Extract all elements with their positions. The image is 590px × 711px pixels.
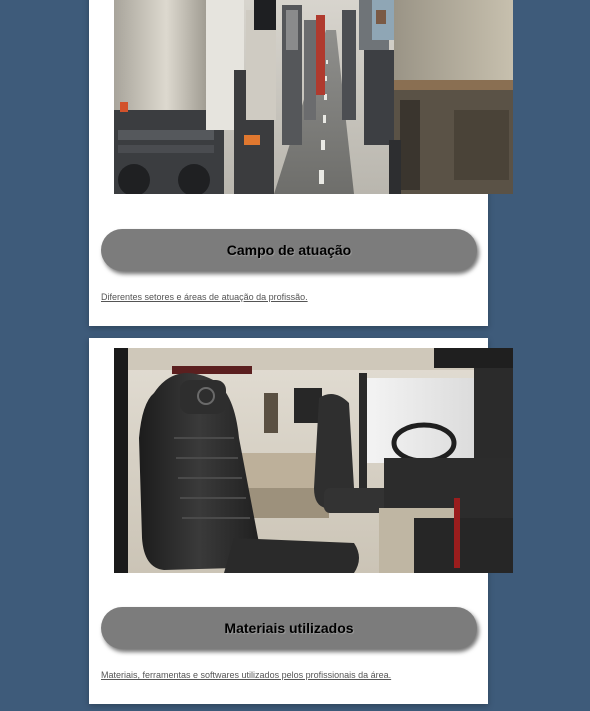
materiais-utilizados-button-label: Materiais utilizados	[224, 620, 354, 636]
materiais-utilizados-description-link[interactable]: Materiais, ferramentas e softwares utili…	[101, 670, 391, 680]
campo-de-atuacao-button[interactable]: Campo de atuação	[101, 229, 477, 271]
card-materiais-utilizados: Materiais utilizados Materiais, ferramen…	[89, 338, 513, 704]
trucks-highway-image	[114, 0, 513, 194]
campo-de-atuacao-button-label: Campo de atuação	[226, 242, 352, 258]
campo-de-atuacao-description-link[interactable]: Diferentes setores e áreas de atuação da…	[101, 292, 308, 302]
truck-cabin-interior-image	[114, 348, 513, 573]
materiais-utilizados-button[interactable]: Materiais utilizados	[101, 607, 477, 649]
card-campo-de-atuacao: Campo de atuação Diferentes setores e ár…	[89, 0, 513, 326]
